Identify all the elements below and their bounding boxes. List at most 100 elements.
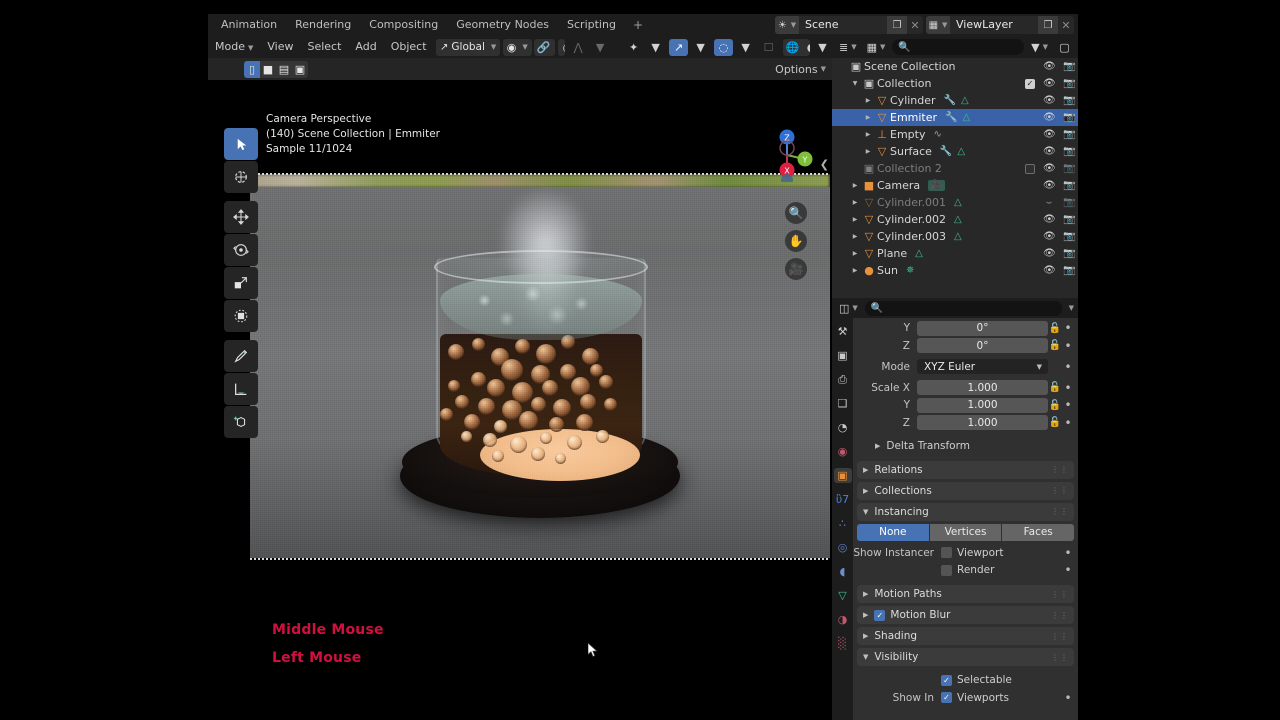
mesh-data-icon[interactable]: △ (963, 112, 971, 123)
field-scale-x[interactable]: 1.000 (917, 380, 1048, 395)
snap-increment-icon[interactable]: ⇤ (553, 39, 555, 56)
lock-icon[interactable]: 🔓 (1048, 400, 1062, 411)
transform-row-scale-z[interactable]: Z 1.000 🔓 • (853, 415, 1078, 431)
select-mode-tweak[interactable]: ▯ (244, 61, 260, 78)
hide-in-viewport-icon[interactable]: 👁 (1043, 146, 1056, 157)
properties-content[interactable]: Y 0° 🔓 • Z 0° 🔓 • Mode XYZ Euler ▼ • Sca… (853, 318, 1078, 720)
proportional-editing-icon[interactable]: ◉ (558, 39, 565, 56)
show-instancer-viewport-checkbox[interactable]: Viewport (941, 545, 1062, 561)
expand-toggle-icon[interactable]: ▶ (862, 97, 874, 104)
mesh-data-icon[interactable]: △ (954, 197, 962, 208)
transform-row-scale-x[interactable]: Scale X 1.000 🔓 • (853, 380, 1078, 396)
outliner-search-input[interactable]: 🔍 (892, 39, 1025, 55)
add-workspace-button[interactable]: + (625, 14, 651, 36)
viewlayer-name[interactable]: ViewLayer (950, 16, 1038, 34)
viewports-checkbox[interactable]: ✓ Viewports (941, 690, 1062, 706)
disable-in-renders-icon[interactable]: 📷 (1063, 95, 1075, 106)
workspace-tab-rendering[interactable]: Rendering (286, 14, 360, 36)
animate-dot-icon[interactable]: • (1062, 399, 1074, 411)
hide-in-viewport-icon[interactable]: 👁 (1043, 180, 1056, 191)
outliner-row-cylinder-001[interactable]: ▶ ▽ Cylinder.001 △ ⌣ 📷 (832, 194, 1078, 211)
chevron-down-icon[interactable]: ▼ (736, 39, 755, 56)
expand-toggle-icon[interactable]: ▶ (849, 182, 861, 189)
chevron-down-icon[interactable]: ▼ (813, 39, 832, 56)
hand-icon[interactable]: ✋ (785, 230, 807, 252)
disable-in-renders-icon[interactable]: 📷 (1063, 163, 1075, 174)
camera-view-icon[interactable]: 🎥 (785, 258, 807, 280)
pivot-point-selector[interactable]: ◉ ▼ (502, 38, 532, 56)
animate-dot-icon[interactable]: • (1062, 340, 1074, 352)
selectable-row[interactable]: ✓ Selectable (853, 672, 1078, 688)
disable-in-renders-icon[interactable]: 📷 (1063, 129, 1075, 140)
modifier-icon[interactable]: 🔧 (944, 95, 956, 106)
outliner-tree[interactable]: ▶▣Scene Collection👁📷▼▣Collection✓👁📷▶▽Cyl… (832, 58, 1078, 279)
expand-toggle-icon[interactable]: ▶ (849, 250, 861, 257)
expand-toggle-icon[interactable]: ▶ (849, 233, 861, 240)
outliner-row-surface[interactable]: ▶ ▽ Surface 🔧 △ 👁 📷 (832, 143, 1078, 160)
properties-search-input[interactable]: 🔍 (864, 300, 1062, 316)
transform-row-rot-z[interactable]: Z 0° 🔓 • (853, 338, 1078, 354)
lock-icon[interactable]: 🔓 (1048, 382, 1062, 393)
menu-select[interactable]: Select (300, 36, 348, 58)
hide-in-viewport-icon[interactable]: ⌣ (1043, 197, 1055, 208)
expand-toggle-icon[interactable]: ▶ (862, 148, 874, 155)
properties-tab-column[interactable]: ⚒ ▣ ⎙ ❑ ◔ ◉ ▣ ὒ7 ∴ ◎ ◖ ▽ ◑ ░ (832, 318, 853, 720)
measure-tool-button[interactable] (224, 373, 258, 405)
mesh-data-icon[interactable]: △ (954, 231, 962, 242)
workspace-tab-scripting[interactable]: Scripting (558, 14, 625, 36)
render-tab[interactable]: ▣ (834, 348, 852, 363)
scale-tool-button[interactable] (224, 267, 258, 299)
hide-in-viewport-icon[interactable]: 👁 (1043, 78, 1056, 89)
display-mode-icon[interactable]: ≣ ▼ (836, 39, 860, 56)
overlays-icon[interactable]: ↗ (669, 38, 689, 56)
instancing-option-none[interactable]: None (857, 523, 929, 541)
navigation-gizmo[interactable]: Z Y X (760, 128, 814, 186)
lock-icon[interactable]: 🔓 (1048, 417, 1062, 428)
hide-in-viewport-icon[interactable]: 👁 (1043, 163, 1056, 174)
instancing-type-segmented[interactable]: None Vertices Faces (857, 523, 1074, 541)
panel-visibility[interactable]: ▼ Visibility ⋮⋮ (857, 648, 1074, 666)
modifier-icon[interactable]: 🔧 (945, 112, 957, 123)
hide-in-viewport-icon[interactable]: 👁 (1043, 265, 1056, 276)
motion-blur-checkbox[interactable]: ✓ (874, 609, 886, 621)
rotate-tool-button[interactable] (224, 234, 258, 266)
expand-toggle-icon[interactable]: ▶ (849, 267, 861, 274)
hide-in-viewport-icon[interactable]: 👁 (1043, 231, 1056, 242)
expand-toggle-icon[interactable]: ▶ (836, 63, 848, 70)
select-mode-box[interactable]: ■ (260, 61, 276, 78)
viewlayer-datablock[interactable]: ▦ ▼ ViewLayer ❐ ✕ (926, 16, 1074, 34)
selectable-checkbox[interactable]: ✓ Selectable (941, 672, 1062, 688)
disable-in-renders-icon[interactable]: 📷 (1063, 78, 1075, 89)
disable-in-renders-icon[interactable]: 📷 (1063, 180, 1075, 191)
zoom-icon[interactable]: 🔍 (785, 202, 807, 224)
transform-row-scale-y[interactable]: Y 1.000 🔓 • (853, 397, 1078, 413)
panel-relations[interactable]: ▶ Relations ⋮⋮ (857, 460, 1074, 479)
panel-motion-paths[interactable]: ▶ Motion Paths ⋮⋮ (857, 585, 1074, 603)
animate-dot-icon[interactable]: • (1062, 361, 1074, 373)
menu-add[interactable]: Add (348, 36, 383, 58)
outliner-row-plane[interactable]: ▶ ▽ Plane △ 👁 📷 (832, 245, 1078, 262)
expand-toggle-icon[interactable]: ▶ (849, 165, 861, 172)
disable-in-renders-icon[interactable]: 📷 (1063, 248, 1075, 259)
material-tab[interactable]: ◑ (834, 612, 852, 627)
transform-row-rot-y[interactable]: Y 0° 🔓 • (853, 320, 1078, 336)
hide-in-viewport-icon[interactable]: 👁 (1043, 248, 1056, 259)
field-rot-y[interactable]: 0° (917, 320, 1048, 336)
menu-view[interactable]: View (260, 36, 300, 58)
transform-tool-button[interactable] (224, 300, 258, 332)
output-tab[interactable]: ⎙ (834, 372, 852, 387)
camera-data-icon[interactable]: 🎥 (928, 180, 945, 191)
constraints-tab[interactable]: ◖ (834, 564, 852, 579)
collection-exclude-checkbox[interactable] (1025, 163, 1035, 174)
tweak-tool-button[interactable] (224, 128, 258, 160)
filter-icon[interactable]: ▼ ▼ (1028, 39, 1051, 56)
animation-icon[interactable]: ∿ (933, 129, 941, 140)
chevron-down-icon[interactable]: ▼ (646, 39, 665, 56)
scene-datablock[interactable]: ☀ ▼ Scene ❐ ✕ (775, 16, 923, 34)
options-button[interactable]: Options ▼ (775, 60, 826, 78)
properties-editor-icon[interactable]: ◫ ▼ (836, 300, 861, 317)
shading-modes[interactable]: 🌐 ● ◐ ◉ (783, 38, 810, 56)
disable-in-renders-icon[interactable]: 📷 (1063, 112, 1075, 123)
expand-toggle-icon[interactable]: ▼ (849, 80, 861, 87)
panel-collections[interactable]: ▶ Collections ⋮⋮ (857, 481, 1074, 500)
